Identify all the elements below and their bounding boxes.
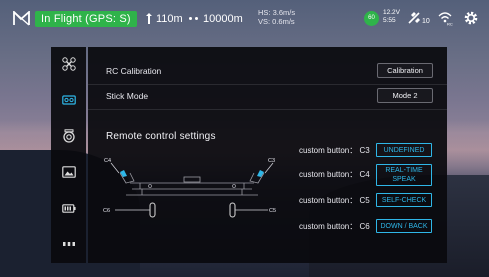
- camera-icon: [62, 129, 75, 143]
- sidebar-item-aircraft[interactable]: [51, 49, 86, 79]
- custom-button-c6-select[interactable]: DOWN / BACK: [376, 219, 432, 233]
- app-logo-icon[interactable]: [13, 11, 30, 26]
- stick-mode-label: Stick Mode: [106, 91, 149, 101]
- rc-calibration-label: RC Calibration: [106, 66, 162, 76]
- distance-icon: [189, 17, 199, 21]
- custom-button-c5-label: custom button： C5: [299, 196, 370, 205]
- settings-sidebar: [51, 47, 86, 263]
- battery-icon: [61, 203, 76, 213]
- flight-time: 5:55: [383, 17, 396, 24]
- custom-button-c3-select[interactable]: UNDEFINED: [376, 143, 432, 157]
- speed-readout: HS: 3.6m/s VS: 0.6m/s: [258, 8, 295, 26]
- calibration-button[interactable]: Calibration: [377, 63, 433, 78]
- rc-settings-panel: RC Calibration Calibration Stick Mode Mo…: [88, 47, 447, 263]
- altitude-value: 110m: [156, 13, 183, 25]
- custom-button-c4-label: custom button： C4: [299, 170, 370, 179]
- rc-signal-label: RC: [447, 22, 453, 27]
- sidebar-item-more[interactable]: [51, 229, 86, 259]
- sidebar-item-battery[interactable]: [51, 193, 86, 223]
- vertical-speed: VS: 0.6m/s: [258, 17, 295, 26]
- satellite-count: 10: [422, 18, 430, 25]
- more-icon: [62, 242, 75, 246]
- horizontal-speed: HS: 3.6m/s: [258, 8, 296, 17]
- altitude-readout: 110m: [146, 11, 183, 27]
- row-divider: [88, 109, 447, 110]
- diagram-label-c5: C5: [269, 208, 276, 214]
- drone-icon: [61, 57, 76, 71]
- distance-readout: 10000m: [189, 11, 243, 27]
- remote-controller-icon: [61, 95, 76, 105]
- row-divider: [88, 84, 447, 85]
- battery-percent-badge[interactable]: 60: [364, 11, 379, 26]
- image-icon: [61, 166, 76, 178]
- diagram-label-c4: C4: [104, 158, 111, 164]
- battery-info: 12.2V 5:55: [383, 9, 400, 25]
- sidebar-item-image-transmission[interactable]: [51, 157, 86, 187]
- custom-button-c5-select[interactable]: SELF-CHECK: [376, 193, 432, 207]
- rc-signal-icon: RC: [438, 12, 453, 27]
- satellite-icon: [408, 12, 420, 24]
- distance-value: 10000m: [203, 13, 243, 25]
- section-title: Remote control settings: [106, 131, 216, 142]
- status-bar: In Flight (GPS: S) 110m 10000m HS: 3.6m/…: [0, 0, 489, 38]
- diagram-label-c6: C6: [103, 208, 110, 214]
- custom-button-c4-select[interactable]: REAL-TIME SPEAK: [376, 164, 432, 186]
- diagram-label-c3: C3: [268, 158, 275, 164]
- flight-status-badge: In Flight (GPS: S): [35, 11, 137, 27]
- satellite-readout: 10: [407, 11, 430, 25]
- sidebar-item-remote-controller[interactable]: [51, 85, 86, 115]
- custom-button-c3-label: custom button： C3: [299, 146, 370, 155]
- custom-button-c6-label: custom button： C6: [299, 222, 370, 231]
- altitude-icon: [146, 13, 152, 25]
- settings-gear-icon[interactable]: [463, 10, 479, 26]
- battery-voltage: 12.2V: [383, 9, 400, 16]
- sidebar-item-gimbal[interactable]: [51, 121, 86, 151]
- remote-controller-diagram: C4 C3 C6 C5: [103, 158, 276, 218]
- stick-mode-select[interactable]: Mode 2: [377, 88, 433, 103]
